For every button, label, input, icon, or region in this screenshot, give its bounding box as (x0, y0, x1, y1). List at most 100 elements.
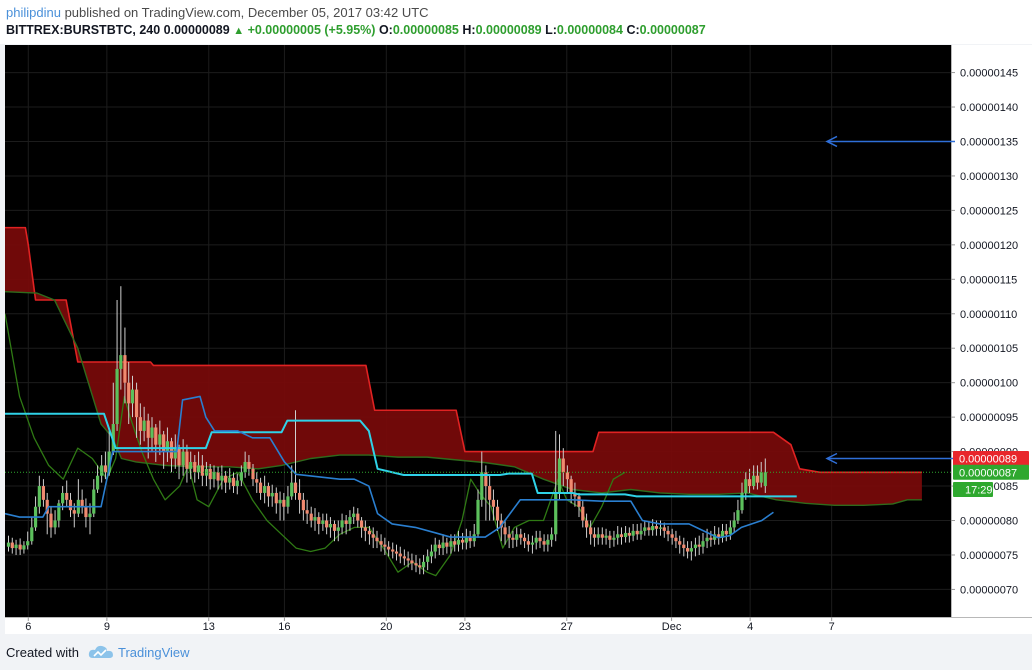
candle-down (375, 537, 379, 542)
candle-up (100, 465, 104, 476)
candle-down (724, 530, 728, 535)
candle-down (662, 527, 666, 531)
candle-down (608, 535, 612, 540)
candle-up (689, 548, 693, 552)
candle-down (647, 527, 651, 531)
candle-down (569, 479, 573, 493)
candle-up (515, 534, 519, 540)
candle-up (701, 541, 705, 547)
up-triangle-icon: ▲ (233, 25, 245, 37)
tradingview-brand-link[interactable]: TradingView (118, 645, 190, 660)
close-value: 0.00000087 (639, 23, 706, 37)
price-chart[interactable]: 0.000000700.000000750.000000800.00000085… (4, 45, 1032, 634)
y-tick-label: 0.00000080 (960, 516, 1018, 528)
x-tick-label: 23 (459, 621, 471, 633)
candle-down (511, 537, 515, 540)
chart-area[interactable]: 0.000000700.000000750.000000800.00000085… (4, 45, 1032, 634)
candle-up (763, 472, 767, 487)
author-link[interactable]: philipdinu (6, 5, 61, 20)
candle-up (705, 537, 709, 542)
candle-down (394, 551, 399, 554)
candle-up (115, 368, 119, 425)
candle-down (654, 526, 659, 529)
x-tick-label: 6 (25, 621, 31, 633)
candle-down (589, 527, 593, 535)
created-with-text: Created with (6, 645, 79, 660)
x-tick-label: 13 (203, 621, 215, 633)
candle-up (728, 527, 732, 535)
candle-down (561, 458, 565, 473)
y-tick-label: 0.00000095 (960, 412, 1018, 424)
y-tick-label: 0.00000115 (960, 274, 1017, 286)
symbol-label: BITTREX:BURSTBTC, 240 (6, 23, 161, 37)
candle-down (80, 499, 84, 507)
candle-up (616, 534, 620, 538)
y-tick-label: 0.00000130 (960, 171, 1018, 183)
candle-up (534, 537, 538, 543)
price-badge-label: 0.00000087 (959, 467, 1017, 479)
candle-down (402, 556, 406, 559)
published-text: published on TradingView.com, December 0… (64, 5, 429, 20)
candle-down (491, 499, 496, 507)
candle-down (127, 382, 131, 404)
y-tick-label: 0.00000135 (960, 136, 1018, 148)
candle-up (604, 535, 608, 538)
candle-down (445, 542, 449, 547)
candle-up (26, 541, 30, 546)
candle-down (468, 537, 472, 542)
candle-down (193, 461, 197, 473)
candle-down (325, 520, 329, 528)
candle-down (391, 549, 395, 552)
candle-down (387, 546, 391, 550)
candle-down (666, 530, 670, 535)
symbol-line: BITTREX:BURSTBTC, 240 0.00000089 ▲ +0.00… (6, 23, 706, 37)
candle-down (65, 492, 69, 500)
candle-up (243, 461, 247, 473)
price-badge-label: 0.00000089 (959, 453, 1017, 465)
candle-down (522, 537, 527, 542)
x-tick-label: 20 (380, 621, 392, 633)
candle-down (383, 544, 387, 547)
candle-down (146, 420, 150, 438)
candle-up (732, 520, 736, 528)
candle-down (406, 558, 410, 561)
candle-down (747, 479, 752, 487)
candle-down (592, 534, 597, 538)
tradingview-cloud-icon (88, 645, 113, 658)
candle-up (212, 472, 216, 480)
candle-down (398, 553, 402, 557)
candle-down (507, 534, 511, 538)
candle-up (270, 492, 274, 497)
candle-down (72, 510, 76, 514)
y-tick-label: 0.00000105 (960, 343, 1018, 355)
chart-header: philipdinu published on TradingView.com,… (0, 0, 1032, 44)
candle-down (627, 532, 631, 536)
candle-up (290, 482, 294, 497)
candle-down (600, 534, 604, 538)
candle-up (119, 355, 123, 369)
candle-down (453, 541, 457, 545)
low-value: 0.00000084 (556, 23, 623, 37)
candle-down (185, 451, 189, 469)
last-price: 0.00000089 (163, 23, 230, 37)
candle-down (49, 513, 53, 528)
candle-up (278, 499, 282, 504)
candle-up (433, 544, 437, 552)
candle-up (643, 527, 647, 531)
candle-down (332, 523, 337, 531)
candle-up (6, 542, 11, 547)
candle-down (682, 544, 686, 549)
candle-up (744, 479, 748, 493)
candle-down (274, 492, 278, 504)
x-tick-label: 7 (829, 621, 835, 633)
candle-down (577, 496, 581, 507)
candle-down (542, 541, 546, 545)
candle-down (379, 541, 383, 545)
y-tick-label: 0.00000140 (960, 102, 1018, 114)
candle-down (134, 389, 139, 418)
candle-down (266, 486, 271, 497)
candle-up (612, 537, 616, 540)
candle-up (181, 451, 185, 466)
candle-down (255, 479, 259, 483)
candle-down (177, 448, 181, 466)
